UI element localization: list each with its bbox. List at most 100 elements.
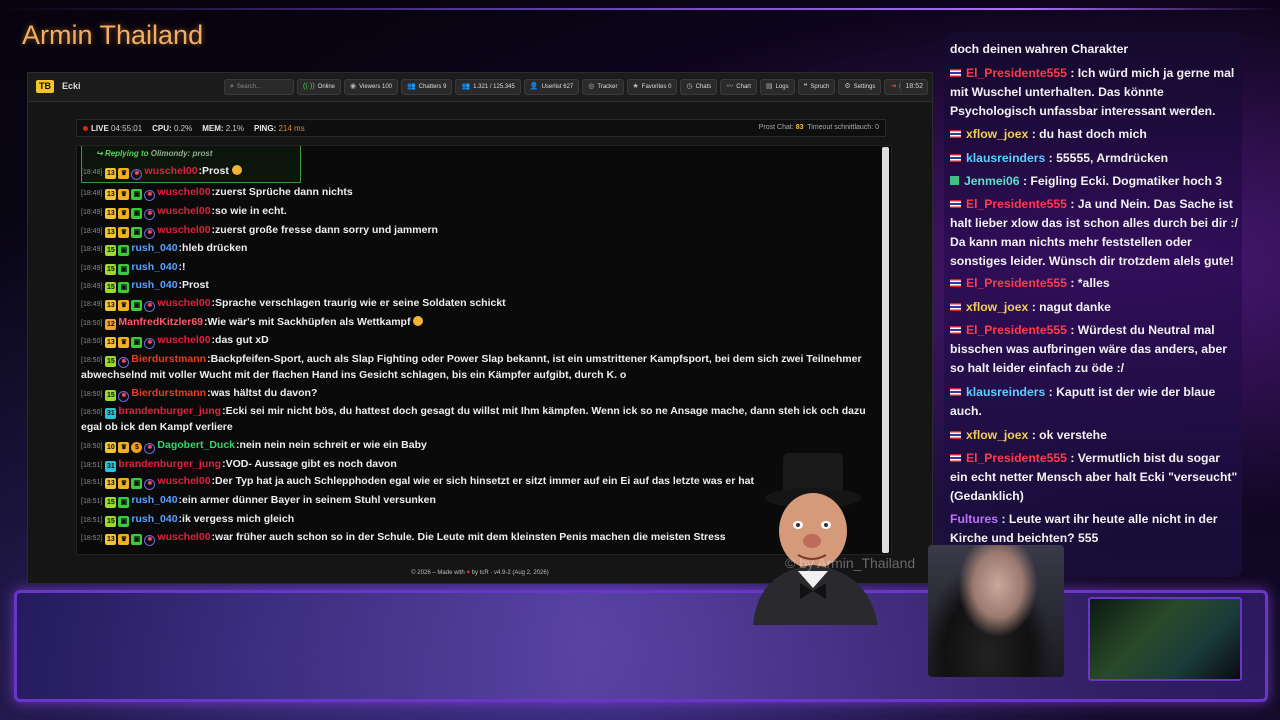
nav-button-1321[interactable]: 👥 1.321 / 125.345 [455, 79, 521, 95]
message-timestamp: [18:51] [81, 479, 103, 486]
message-username[interactable]: ManfredKitzler69 [118, 316, 203, 328]
level-badge: 10 [105, 442, 117, 453]
stream-chat-message: xflow_joex : ok verstehe [950, 426, 1238, 445]
clock: 18:52 [900, 79, 928, 95]
clock-icon: ◷ [686, 83, 693, 90]
message-username[interactable]: brandenburger_jung [118, 458, 221, 470]
thai-flag-icon [950, 200, 961, 208]
message-timestamp: [18:48] [81, 190, 103, 197]
nav-button-label: Userlist 627 [541, 84, 574, 90]
nav-button-label: 1.321 / 125.345 [473, 84, 515, 90]
message-username[interactable]: rush_040 [131, 494, 177, 506]
message-username[interactable]: wuschel00 [157, 224, 210, 236]
stream-chat-panel: doch deinen wahren Charakter El_President… [944, 32, 1242, 577]
message-timestamp: [18:49] [81, 228, 103, 235]
nav-button-favorites[interactable]: ★ Favorites 0 [626, 79, 678, 95]
crown-icon: ♛ [118, 208, 130, 219]
moderator-badge-icon [950, 176, 959, 185]
message-text: Prost [202, 165, 229, 177]
message-username[interactable]: Bierdurstmann [131, 353, 206, 365]
level-badge: 31 [105, 408, 117, 419]
level-badge: 15 [105, 245, 117, 256]
message-username[interactable]: Dagobert_Duck [157, 439, 235, 451]
message-text: was hältst du davon? [210, 387, 318, 399]
nav-button-chats[interactable]: ◷ Chats [680, 79, 718, 95]
message-timestamp: [18:50] [81, 391, 103, 398]
chat-message: [18:49] 15 ▣ rush_040:Prost [81, 279, 209, 293]
message-text: Wie wär's mit Sackhüpfen als Wettkampf [207, 316, 411, 328]
streamer-webcam [928, 545, 1064, 677]
thai-flag-icon [950, 388, 961, 396]
message-username[interactable]: rush_040 [131, 513, 177, 525]
gift-icon: ▣ [118, 245, 130, 256]
nav-button-label: Chatters 9 [418, 84, 447, 90]
top-navbar: TB Ecki ⌕ Search... ((·)) Online ◉ Viewers … [28, 73, 932, 102]
cartoon-gentleman-avatar [753, 453, 878, 625]
chart-icon: 〰 [726, 83, 734, 90]
message-username[interactable]: wuschel00 [157, 475, 210, 487]
flag-icon: ✱ [131, 169, 143, 180]
star-icon: ★ [632, 83, 639, 90]
chat-message: [18:49] 13 ♛ ▣ ✱ wuschel00:Sprache verschlage… [81, 296, 867, 312]
thai-flag-icon [950, 69, 961, 77]
stream-chat-message: xflow_joex : nagut danke [950, 298, 1238, 317]
nav-button-online[interactable]: ((·)) Online [297, 79, 341, 95]
app-logo[interactable]: TB [36, 80, 54, 93]
stream-chat-message: El_Presidente555 : *alles [950, 274, 1238, 293]
nav-button-label: Logs [775, 84, 789, 90]
message-username[interactable]: wuschel00 [157, 205, 210, 217]
nav-button-userlist[interactable]: 👤 Userlist 627 [523, 79, 580, 95]
nav-button-chart[interactable]: 〰 Chart [720, 79, 757, 95]
message-username[interactable]: rush_040 [131, 242, 177, 254]
thai-flag-icon [950, 326, 961, 334]
crown-icon: ♛ [118, 227, 130, 238]
level-badge: 13 [105, 337, 117, 348]
message-username[interactable]: rush_040 [131, 279, 177, 291]
level-badge: 31 [105, 461, 117, 472]
message-username[interactable]: wuschel00 [157, 297, 210, 309]
flag-icon: ✱ [144, 479, 156, 490]
message-timestamp: [18:50] [81, 443, 103, 450]
message-username[interactable]: wuschel00 [157, 186, 210, 198]
message-username[interactable]: Bierdurstmann [131, 387, 206, 399]
message-timestamp: [18:50] [81, 338, 103, 345]
gift-icon: ▣ [131, 478, 143, 489]
message-username[interactable]: wuschel00 [157, 334, 210, 346]
level-badge: 15 [105, 390, 117, 401]
nav-button-label: Online [317, 84, 335, 90]
flag-icon: ✱ [144, 209, 156, 220]
flag-icon: ✱ [144, 301, 156, 312]
message-text: ein armer dünner Bayer in seinem Stuhl v… [182, 494, 436, 506]
online-icon: ((·)) [303, 83, 315, 90]
thai-flag-icon [950, 303, 961, 311]
message-username[interactable]: rush_040 [131, 261, 177, 273]
nav-button-spruch[interactable]: ❝ Spruch [797, 79, 836, 95]
thai-flag-icon [950, 431, 961, 439]
search-input[interactable]: ⌕ Search... [224, 79, 294, 95]
message-username[interactable]: wuschel00 [144, 165, 197, 177]
nav-button-logs[interactable]: ▤ Logs [759, 79, 795, 95]
crown-icon: ♛ [118, 300, 130, 311]
level-badge: 15 [105, 282, 117, 293]
nav-button-settings[interactable]: ⚙ Settings [838, 79, 882, 95]
cpu-status: CPU: 0.2% [152, 123, 193, 133]
thai-flag-icon [950, 130, 961, 138]
flag-icon: ✱ [144, 338, 156, 349]
message-username[interactable]: wuschel00 [157, 531, 210, 543]
nav-button-viewers[interactable]: ◉ Viewers 100 [344, 79, 399, 95]
user-icon: 👤 [529, 83, 539, 90]
message-timestamp: [18:50] [81, 409, 103, 416]
message-username[interactable]: brandenburger_jung [118, 405, 221, 417]
nav-button-tracker[interactable]: ◎ Tracker [582, 79, 624, 95]
watermark: © by Armin_Thailand [785, 555, 916, 571]
message-text: war früher auch schon so in der Schule. … [215, 531, 726, 543]
chat-message: [18:50] 31 brandenburger_jung:Ecki sei mir… [81, 405, 866, 433]
nav-button-chatters[interactable]: 👥 Chatters 9 [401, 79, 453, 95]
heart-icon: ♥ [466, 570, 470, 576]
level-badge: 15 [105, 264, 117, 275]
mem-status: MEM: 2.1% [202, 123, 244, 133]
message-timestamp: [18:49] [81, 283, 103, 290]
reply-label: ↪ Replying to Olimondy: prost [96, 149, 213, 158]
nav-buttons: ⌕ Search... ((·)) Online ◉ Viewers 100 👥 Chat… [224, 79, 924, 95]
level-badge: 13 [105, 227, 117, 238]
